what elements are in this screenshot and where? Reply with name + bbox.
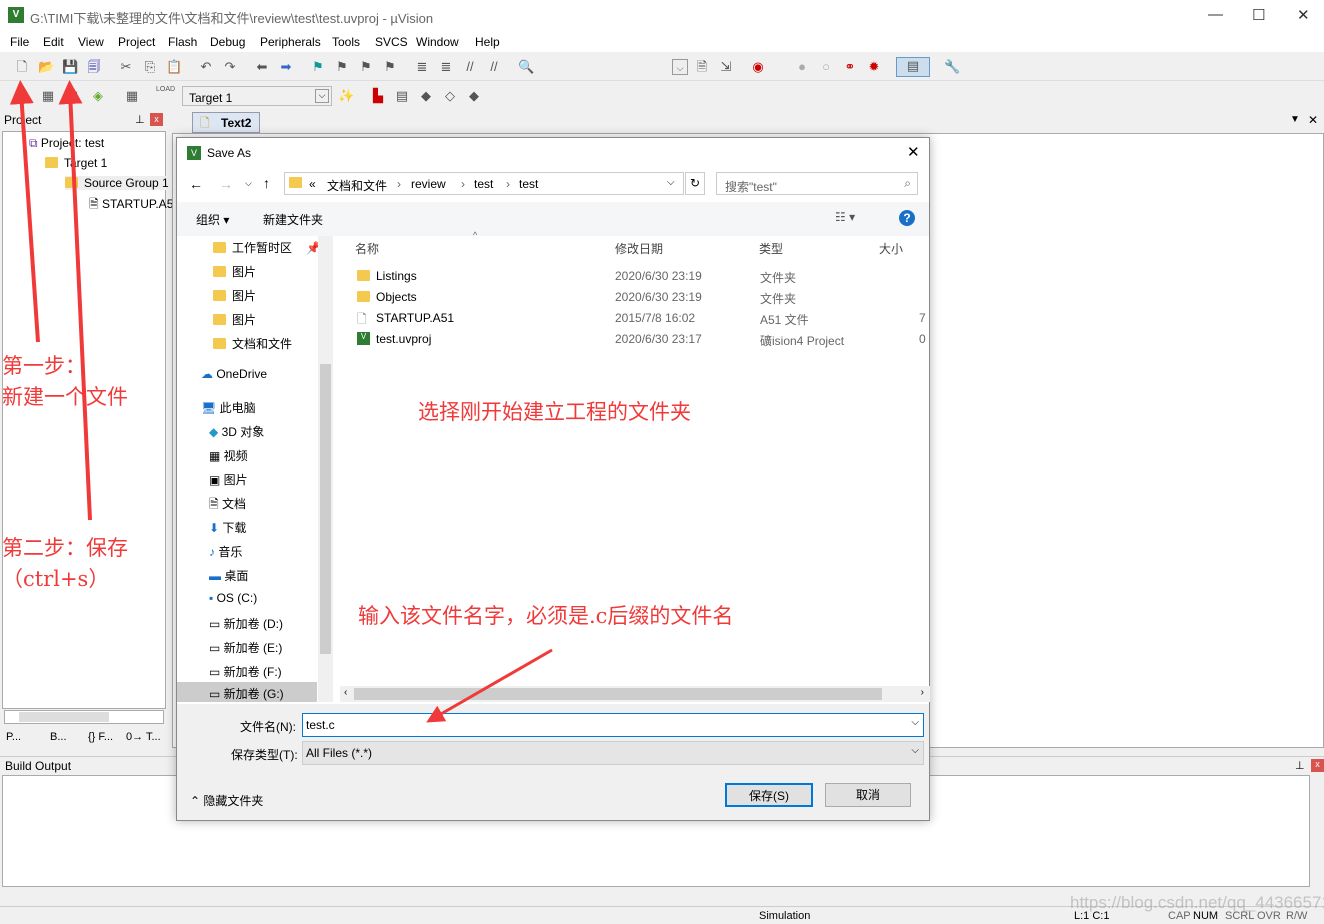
arrow-to-filename — [426, 648, 553, 723]
annotation-arrows — [9, 80, 553, 723]
arrow-to-save — [58, 80, 92, 521]
arrow-to-new-file — [9, 80, 40, 343]
